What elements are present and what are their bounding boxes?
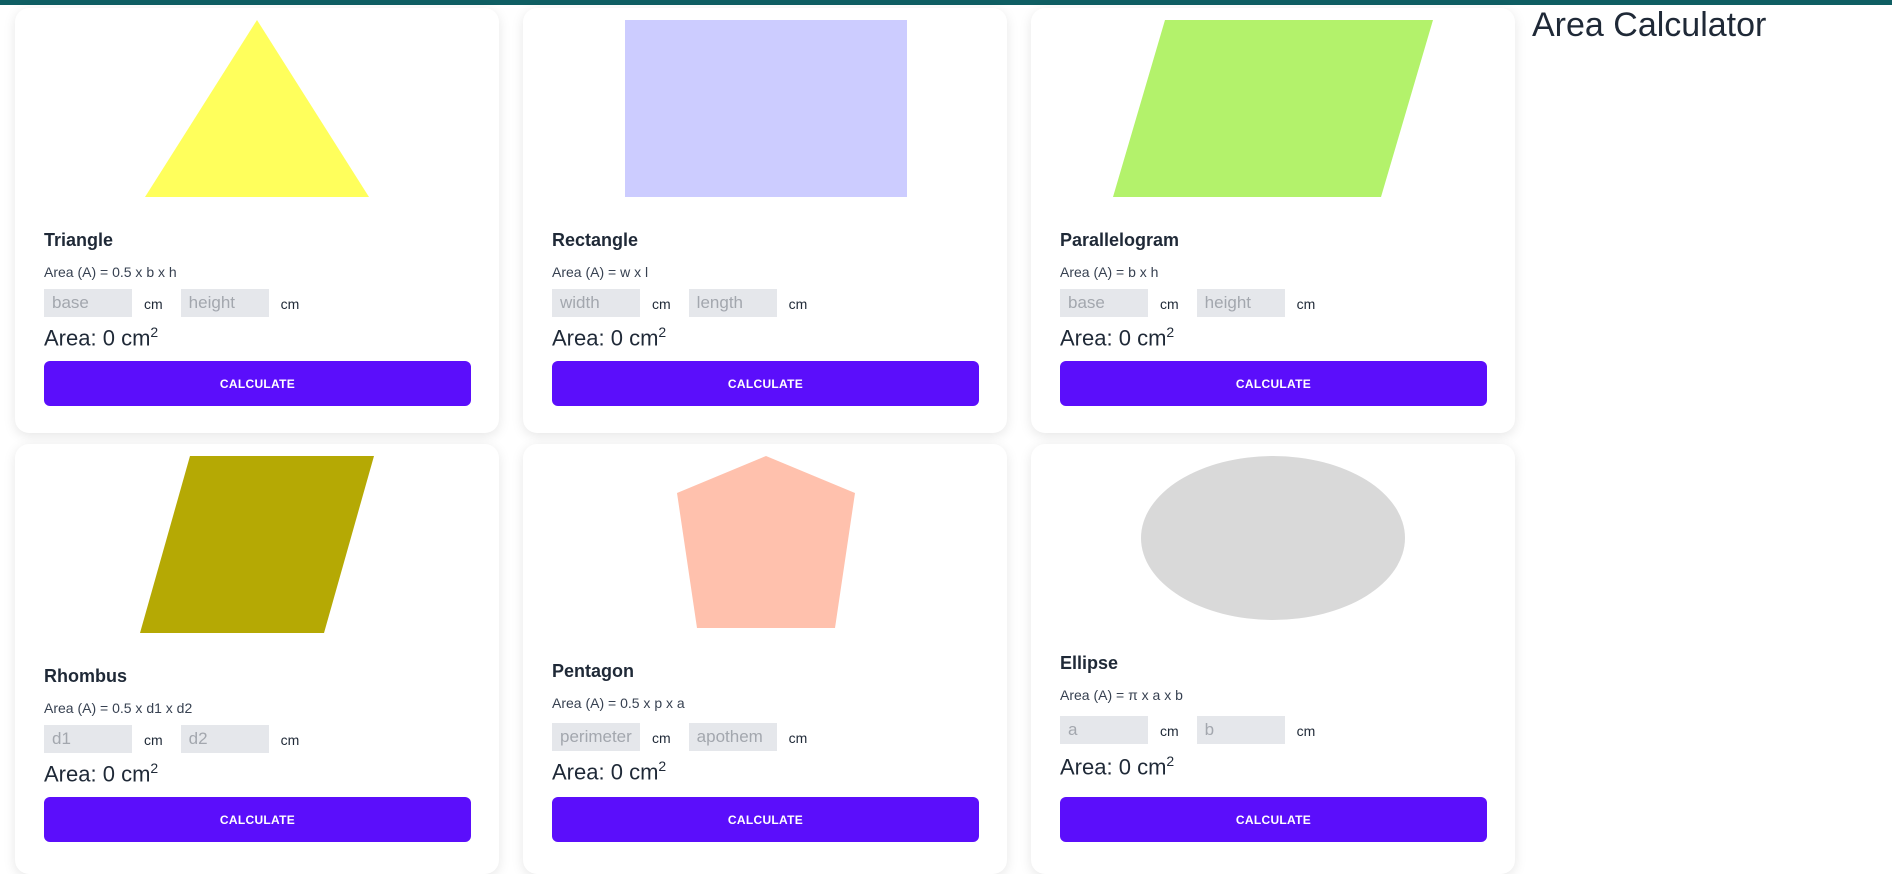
rectangle-card: Rectangle Area (A) = w x l cm cm Area: 0… — [523, 8, 1007, 433]
parallelogram-card: Parallelogram Area (A) = b x h cm cm Are… — [1031, 8, 1515, 433]
area-result: Area: 0 cm2 — [1060, 324, 1174, 351]
result-unit: cm — [1137, 754, 1167, 780]
unit-label: cm — [652, 730, 671, 746]
pentagon-shape — [677, 456, 855, 628]
unit-label: cm — [788, 296, 808, 312]
result-exponent: 2 — [1166, 324, 1175, 340]
card-title: Parallelogram — [1060, 230, 1180, 250]
formula-text: Area (A) = 0.5 x p x a — [552, 695, 685, 711]
calculate-button[interactable]: CALCULATE — [552, 797, 979, 842]
input-row: cm cm — [552, 289, 825, 317]
result-value: 0 — [1118, 325, 1131, 351]
card-title: Rectangle — [552, 230, 639, 250]
unit-label: cm — [1160, 723, 1179, 739]
rhombus-card: Rhombus Area (A) = 0.5 x d1 x d2 cm cm A… — [15, 444, 499, 874]
area-result: Area: 0 cm2 — [552, 758, 666, 785]
input-row: cm cm — [1060, 289, 1333, 317]
card-title: Rhombus — [44, 666, 127, 686]
calculate-button[interactable]: CALCULATE — [44, 361, 471, 406]
area-result: Area: 0 cm2 — [44, 760, 158, 787]
length-input[interactable] — [688, 289, 777, 317]
result-value: 0 — [102, 761, 115, 787]
perimeter-input[interactable] — [552, 723, 640, 751]
rectangle-icon — [625, 20, 907, 197]
unit-label: cm — [280, 732, 300, 748]
height-input[interactable] — [1196, 289, 1285, 317]
unit-label: cm — [652, 296, 671, 312]
unit-label: cm — [1160, 296, 1179, 312]
input-row: cm cm — [44, 725, 317, 753]
card-title: Ellipse — [1060, 653, 1119, 673]
result-exponent: 2 — [150, 324, 159, 340]
calculate-button[interactable]: CALCULATE — [552, 361, 979, 406]
result-unit: cm — [121, 761, 151, 787]
card-title: Triangle — [44, 230, 114, 250]
unit-label: cm — [788, 730, 808, 746]
calculate-button[interactable]: CALCULATE — [44, 797, 471, 842]
ellipse-icon — [1141, 456, 1405, 620]
result-label: Area: — [44, 761, 103, 787]
result-label: Area: — [552, 325, 611, 351]
a-input[interactable] — [1060, 716, 1148, 744]
result-unit: cm — [1137, 325, 1167, 351]
area-result: Area: 0 cm2 — [1060, 753, 1174, 780]
base-input[interactable] — [1060, 289, 1148, 317]
result-value: 0 — [1118, 754, 1131, 780]
result-label: Area: — [1060, 325, 1119, 351]
result-label: Area: — [1060, 754, 1119, 780]
triangle-shape — [145, 20, 369, 197]
input-row: cm cm — [552, 723, 825, 751]
result-label: Area: — [552, 759, 611, 785]
parallelogram-icon — [1113, 20, 1433, 197]
formula-text: Area (A) = b x h — [1060, 264, 1159, 280]
base-input[interactable] — [44, 289, 132, 317]
d1-input[interactable] — [44, 725, 132, 753]
result-exponent: 2 — [1166, 753, 1175, 769]
result-unit: cm — [121, 325, 151, 351]
result-unit: cm — [629, 325, 659, 351]
b-input[interactable] — [1196, 716, 1285, 744]
pentagon-card: Pentagon Area (A) = 0.5 x p x a cm cm Ar… — [523, 444, 1007, 874]
area-result: Area: 0 cm2 — [552, 324, 666, 351]
unit-label: cm — [144, 732, 163, 748]
result-unit: cm — [629, 759, 659, 785]
formula-text: Area (A) = w x l — [552, 264, 649, 280]
result-exponent: 2 — [658, 324, 667, 340]
result-label: Area: — [44, 325, 103, 351]
formula-text: Area (A) = π x a x b — [1060, 687, 1183, 703]
height-input[interactable] — [180, 289, 269, 317]
formula-text: Area (A) = 0.5 x b x h — [44, 264, 177, 280]
formula-text: Area (A) = 0.5 x d1 x d2 — [44, 700, 193, 716]
calculate-button[interactable]: CALCULATE — [1060, 361, 1487, 406]
rectangle-shape — [625, 20, 907, 197]
top-accent-bar — [0, 0, 1892, 5]
input-row: cm cm — [44, 289, 317, 317]
result-value: 0 — [610, 325, 623, 351]
width-input[interactable] — [552, 289, 640, 317]
unit-label: cm — [1296, 723, 1316, 739]
area-result: Area: 0 cm2 — [44, 324, 158, 351]
rhombus-icon — [140, 456, 374, 633]
ellipse-card: Ellipse Area (A) = π x a x b cm cm Area:… — [1031, 444, 1515, 874]
result-value: 0 — [102, 325, 115, 351]
d2-input[interactable] — [180, 725, 269, 753]
pentagon-icon — [677, 456, 855, 628]
ellipse-shape — [1141, 456, 1405, 620]
card-title: Pentagon — [552, 661, 635, 681]
result-value: 0 — [610, 759, 623, 785]
triangle-icon — [145, 20, 369, 197]
parallelogram-shape — [1113, 20, 1433, 197]
apothem-input[interactable] — [688, 723, 777, 751]
page-title: Area Calculator — [1532, 6, 1767, 44]
result-exponent: 2 — [150, 760, 159, 776]
calculate-button[interactable]: CALCULATE — [1060, 797, 1487, 842]
rhombus-shape — [140, 456, 374, 633]
result-exponent: 2 — [658, 758, 667, 774]
triangle-card: Triangle Area (A) = 0.5 x b x h cm cm Ar… — [15, 8, 499, 433]
unit-label: cm — [1296, 296, 1316, 312]
input-row: cm cm — [1060, 716, 1333, 744]
unit-label: cm — [280, 296, 300, 312]
unit-label: cm — [144, 296, 163, 312]
